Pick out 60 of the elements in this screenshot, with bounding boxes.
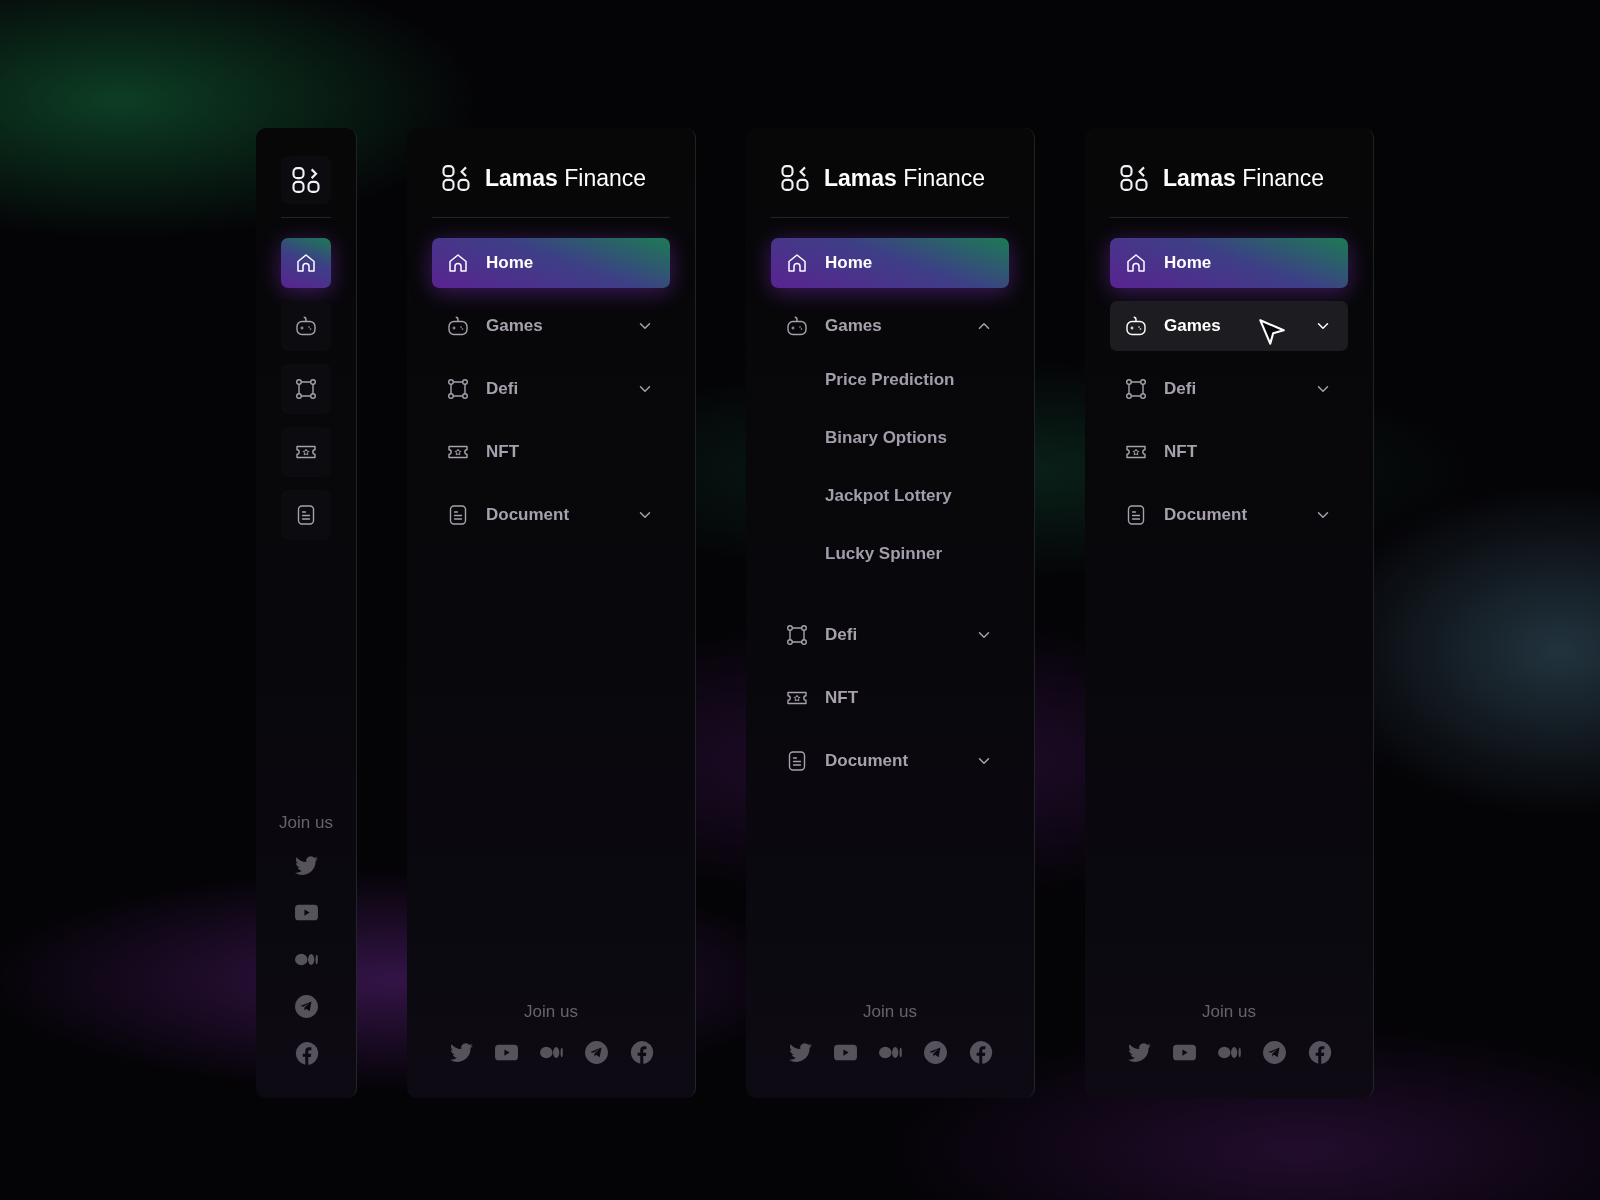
nav-button[interactable] [281,238,331,288]
nav-button[interactable] [281,427,331,477]
nav-item[interactable]: Defi [771,610,1009,660]
join-us-label: Join us [1202,1002,1256,1022]
nodes-icon [294,377,318,401]
nav-item[interactable]: Games [771,301,1009,351]
bird-icon[interactable] [1126,1040,1152,1065]
logo-icon [441,163,471,193]
paper-plane-icon[interactable] [583,1040,609,1065]
nav-item[interactable]: Document [771,736,1009,786]
nav-item[interactable]: NFT [1110,427,1348,477]
nav-item[interactable]: Home [432,238,670,288]
submenu-item[interactable]: Lucky Spinner [771,525,1009,583]
join-us-label: Join us [279,813,333,833]
gamepad-icon [1124,314,1148,338]
nav-item[interactable]: Games [1110,301,1348,351]
submenu-item[interactable]: Jackpot Lottery [771,467,1009,525]
brand-name: Lamas Finance [1163,164,1325,192]
nav-item[interactable]: Defi [1110,364,1348,414]
house-icon [294,251,318,275]
nav-item[interactable]: NFT [771,673,1009,723]
nav-button[interactable] [281,490,331,540]
nodes-icon [785,623,809,647]
logo-icon [780,163,810,193]
logo-icon [291,165,321,195]
paper-plane-icon[interactable] [922,1040,948,1065]
gamepad-icon [294,314,318,338]
cursor-icon [1258,318,1286,346]
house-icon [785,251,809,275]
nav-button[interactable] [281,364,331,414]
brand-name: Lamas Finance [485,164,647,192]
submenu-item[interactable]: Binary Options [771,409,1009,467]
nav-item[interactable]: Games [432,301,670,351]
bird-icon[interactable] [787,1040,813,1065]
nav-item[interactable]: Home [771,238,1009,288]
paper-plane-icon[interactable] [1261,1040,1287,1065]
bird-icon[interactable] [293,853,319,878]
bird-icon[interactable] [448,1040,474,1065]
f-icon[interactable] [1306,1040,1332,1065]
paper-plane-icon[interactable] [293,994,319,1019]
nodes-icon [446,377,470,401]
house-icon [1124,251,1148,275]
logo-icon [1119,163,1149,193]
brand-name: Lamas Finance [824,164,986,192]
f-icon[interactable] [628,1040,654,1065]
nav-item[interactable]: Home [1110,238,1348,288]
nav-item[interactable]: Defi [432,364,670,414]
join-us-label: Join us [524,1002,578,1022]
nav-button[interactable] [281,301,331,351]
submenu-item[interactable]: Price Prediction [771,351,1009,409]
house-icon [446,251,470,275]
nodes-icon [1124,377,1148,401]
f-icon[interactable] [293,1041,319,1066]
gamepad-icon [446,314,470,338]
nav-item[interactable]: Document [432,490,670,540]
join-us-label: Join us [863,1002,917,1022]
nav-item[interactable]: NFT [432,427,670,477]
gamepad-icon [785,314,809,338]
nav-item[interactable]: Document [1110,490,1348,540]
f-icon[interactable] [967,1040,993,1065]
